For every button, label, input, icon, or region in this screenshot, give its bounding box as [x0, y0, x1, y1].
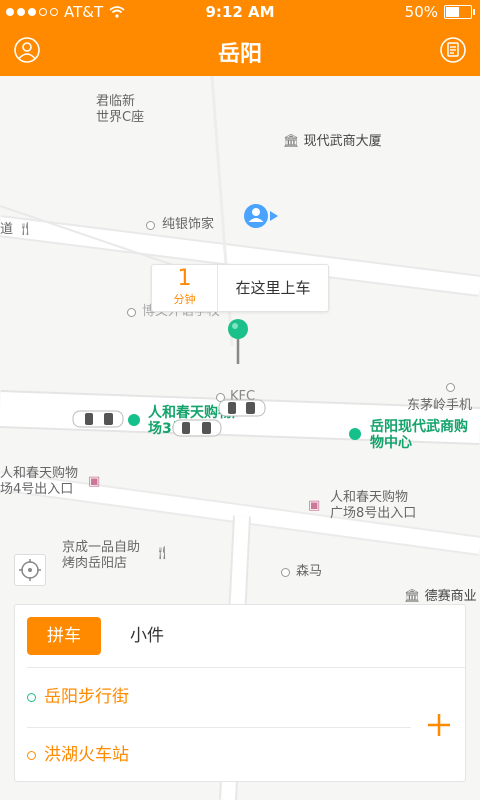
poi-dao[interactable]: 道 🍴︎	[0, 222, 34, 238]
locate-button[interactable]	[14, 554, 46, 586]
poi-dongmaoling[interactable]: 东茅岭手机	[407, 398, 472, 414]
shop-icon: ▣	[308, 498, 321, 513]
eta-box: 1 分钟	[152, 265, 218, 311]
car-icon	[218, 399, 266, 417]
bank-icon: 🏛︎	[283, 134, 300, 149]
bank-icon: 🏛︎	[404, 589, 421, 604]
restaurant-icon: 🍴︎	[17, 222, 34, 237]
poi-dot	[146, 221, 155, 230]
poi-dot	[281, 568, 290, 577]
crosshair-icon	[19, 559, 41, 581]
car-icon	[172, 419, 222, 437]
pickup-message: 在这里上车	[235, 279, 311, 297]
add-stop-icon[interactable]	[427, 713, 451, 737]
poi-dot	[127, 308, 136, 317]
divider	[27, 667, 465, 668]
map-view[interactable]: 君临新 世界C座 🏛︎ 现代武商大厦 纯银饰家 道 🍴︎ 博文外语学校 KFC …	[0, 76, 480, 800]
poi-xiandai-tower[interactable]: 🏛︎ 现代武商大厦	[283, 134, 382, 150]
poi-jingcheng[interactable]: 京成一品自助 烤肉岳阳店	[62, 540, 140, 572]
station-dot[interactable]	[349, 428, 361, 440]
battery-group: 50%	[404, 3, 475, 21]
divider	[27, 727, 411, 728]
poi-renhe4[interactable]: 人和春天购物 场4号出入口	[0, 466, 78, 498]
orders-icon[interactable]	[439, 36, 467, 64]
destination-dot-icon	[27, 750, 36, 760]
battery-percent: 50%	[404, 3, 438, 21]
eta-value: 1	[177, 266, 192, 291]
tab-parcel[interactable]: 小件	[115, 617, 179, 655]
poi-dot	[446, 383, 455, 392]
eta-unit: 分钟	[173, 293, 196, 306]
pickup-pin-icon[interactable]	[226, 318, 250, 366]
page-title: 岳阳	[217, 42, 262, 67]
status-bar: AT&T 9:12 AM 50%	[0, 0, 480, 24]
pickup-eta-card[interactable]: 1 分钟 在这里上车	[151, 264, 329, 312]
origin-dot-icon	[27, 692, 36, 702]
car-icon	[72, 410, 124, 428]
poi-junlin[interactable]: 君临新 世界C座	[96, 94, 144, 126]
poi-chunyin[interactable]: 纯银饰家	[162, 217, 214, 233]
poi-renhe8[interactable]: 人和春天购物 广场8号出入口	[330, 490, 416, 522]
shop-icon: ▣	[88, 474, 101, 489]
station-xiandai-center[interactable]: 岳阳现代武商购 物中心	[370, 419, 468, 451]
destination-field[interactable]: 洪湖火车站	[27, 735, 129, 775]
poi-desai[interactable]: 🏛︎ 德赛商业	[404, 589, 477, 605]
user-location-icon	[244, 204, 278, 228]
origin-text: 岳阳步行街	[44, 687, 129, 707]
destination-text: 洪湖火车站	[44, 745, 129, 765]
station-dot[interactable]	[128, 414, 140, 426]
poi-senma[interactable]: 森马	[296, 564, 322, 580]
origin-field[interactable]: 岳阳步行街	[27, 677, 129, 717]
battery-icon	[444, 5, 475, 19]
restaurant-icon: 🍴︎	[154, 546, 171, 561]
tab-carpool[interactable]: 拼车	[27, 617, 101, 655]
nav-bar: 岳阳	[0, 24, 480, 76]
booking-panel: 拼车 小件 岳阳步行街 洪湖火车站	[14, 604, 466, 782]
